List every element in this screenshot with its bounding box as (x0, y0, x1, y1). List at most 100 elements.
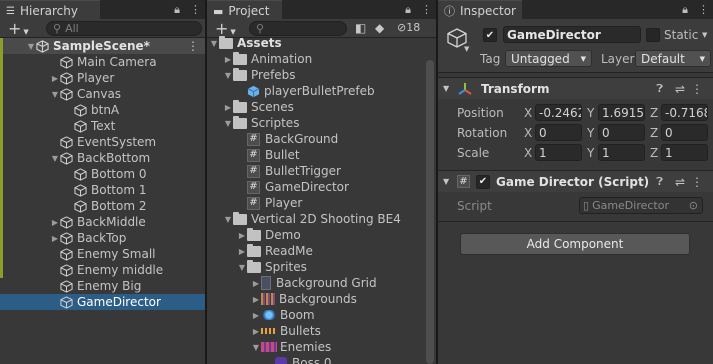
expand-arrow-icon[interactable]: ▼ (223, 119, 233, 128)
project-item[interactable]: ▶ Bullets (207, 323, 436, 339)
script-object-field[interactable]: ▯ GameDirector ⊙ (579, 197, 703, 214)
expand-arrow-icon[interactable]: ▶ (50, 234, 60, 243)
preset-sliders-icon[interactable]: ⇌ (675, 82, 685, 96)
project-item[interactable]: ▼ Prefebs (207, 67, 436, 83)
expand-arrow-icon[interactable]: ▶ (251, 311, 261, 320)
project-item[interactable]: Boss 0 (207, 355, 436, 364)
kebab-menu-icon[interactable]: ⋮ (190, 3, 201, 17)
expand-arrow-icon[interactable]: ▼ (26, 42, 36, 51)
expand-arrow-icon[interactable]: ▶ (237, 247, 247, 256)
project-item[interactable]: ▼ Vertical 2D Shooting BE4 (207, 211, 436, 227)
expand-arrow-icon[interactable]: ▶ (223, 103, 233, 112)
project-item[interactable]: playerBulletPrefeb (207, 83, 436, 99)
hierarchy-item[interactable]: ▼ Canvas (0, 86, 205, 102)
chevron-down-icon[interactable]: ▼ (464, 45, 469, 53)
project-item[interactable]: ▶ Backgrounds (207, 291, 436, 307)
scale-y-axis-label[interactable]: Y (587, 146, 594, 160)
hierarchy-item[interactable]: Text (0, 118, 205, 134)
scale-x-field[interactable]: 1 (535, 144, 582, 161)
project-item[interactable]: ▶ Demo (207, 227, 436, 243)
position-y-field[interactable]: 1.69157 (598, 104, 645, 121)
rotation-x-axis-label[interactable]: X (524, 126, 532, 140)
project-item[interactable]: ▶ Animation (207, 51, 436, 67)
hierarchy-item[interactable]: Enemy Big (0, 278, 205, 294)
expand-arrow-icon[interactable]: ▶ (251, 295, 261, 304)
tab-hierarchy[interactable]: ☰ Hierarchy (0, 0, 100, 19)
lock-icon[interactable]: 🔒︎ (174, 3, 180, 17)
tab-inspector[interactable]: ⓘ Inspector (438, 0, 522, 19)
scale-y-field[interactable]: 1 (598, 144, 645, 161)
expand-arrow-icon[interactable]: ▼ (50, 90, 60, 99)
project-item[interactable]: # GameDirector (207, 179, 436, 195)
project-item[interactable]: # Bullet (207, 147, 436, 163)
help-icon[interactable]: ❓︎ (656, 175, 663, 189)
preset-sliders-icon[interactable]: ⇌ (675, 175, 685, 189)
active-checkbox[interactable]: ✔ (483, 28, 497, 42)
project-item[interactable]: ▶ Background Grid (207, 275, 436, 291)
hierarchy-item[interactable]: Bottom 1 (0, 182, 205, 198)
position-z-axis-label[interactable]: Z (650, 106, 658, 120)
hierarchy-item[interactable]: ▼ BackBottom (0, 150, 205, 166)
hierarchy-item[interactable]: Bottom 0 (0, 166, 205, 182)
kebab-menu-icon[interactable]: ⋮ (187, 39, 199, 53)
project-item[interactable]: ▼ Scriptes (207, 115, 436, 131)
position-y-axis-label[interactable]: Y (587, 106, 594, 120)
hierarchy-search-input[interactable]: ⚲ All (46, 21, 202, 36)
kebab-menu-icon[interactable]: ⋮ (698, 3, 709, 17)
kebab-menu-icon[interactable]: ⋮ (421, 3, 432, 17)
scale-z-axis-label[interactable]: Z (650, 146, 658, 160)
rotation-z-field[interactable]: 0 (661, 124, 708, 141)
help-icon[interactable]: ❓︎ (656, 82, 663, 96)
position-x-field[interactable]: -0.2462 (535, 104, 582, 121)
kebab-menu-icon[interactable]: ⋮ (691, 175, 703, 189)
expand-arrow-icon[interactable]: ▼ (237, 263, 247, 272)
hierarchy-item[interactable]: ▶ Player (0, 70, 205, 86)
scale-x-axis-label[interactable]: X (524, 146, 532, 160)
static-checkbox[interactable] (646, 28, 660, 42)
label-tag-icon[interactable]: ◆ (375, 21, 384, 35)
hierarchy-item[interactable]: ▶ BackTop (0, 230, 205, 246)
gameobject-name-input[interactable]: GameDirector (503, 26, 641, 43)
hierarchy-item[interactable]: Main Camera (0, 54, 205, 70)
hierarchy-item[interactable]: Enemy Small (0, 246, 205, 262)
tag-dropdown[interactable]: Untagged ▼ (505, 50, 592, 67)
add-component-button[interactable]: Add Component (460, 233, 690, 255)
rotation-x-field[interactable]: 0 (535, 124, 582, 141)
project-item[interactable]: ▼ Assets (207, 35, 436, 51)
chevron-down-icon[interactable]: ▼ (702, 31, 707, 39)
expand-arrow-icon[interactable]: ▶ (237, 231, 247, 240)
lock-icon[interactable]: 🔒︎ (405, 3, 411, 17)
expand-arrow-icon[interactable]: ▼ (223, 71, 233, 80)
lock-icon[interactable]: 🔒︎ (682, 3, 688, 17)
hierarchy-item[interactable]: ▶ BackMiddle (0, 214, 205, 230)
project-item[interactable]: ▼ Sprites (207, 259, 436, 275)
expand-arrow-icon[interactable]: ▼ (251, 343, 261, 352)
rotation-z-axis-label[interactable]: Z (650, 126, 658, 140)
expand-arrow-icon[interactable]: ▶ (251, 327, 261, 336)
project-item[interactable]: ▶ Scenes (207, 99, 436, 115)
expand-arrow-icon[interactable]: ▶ (50, 74, 60, 83)
project-item[interactable]: # Player (207, 195, 436, 211)
hierarchy-item[interactable]: EventSystem (0, 134, 205, 150)
component-enabled-checkbox[interactable]: ✔ (476, 174, 490, 189)
hierarchy-item[interactable]: Bottom 2 (0, 198, 205, 214)
expand-arrow-icon[interactable]: ▶ (223, 55, 233, 64)
scale-z-field[interactable]: 1 (661, 144, 708, 161)
object-picker-icon[interactable]: ⊙ (689, 199, 698, 212)
expand-arrow-icon[interactable]: ▼ (50, 154, 60, 163)
hierarchy-item[interactable]: Enemy middle (0, 262, 205, 278)
expand-arrow-icon[interactable]: ▼ (209, 39, 219, 48)
hierarchy-item[interactable]: btnA (0, 102, 205, 118)
scene-row[interactable]: ▼ SampleScene* ⋮ (0, 38, 205, 54)
rotation-y-axis-label[interactable]: Y (587, 126, 594, 140)
tab-project[interactable]: ▬ Project (207, 0, 282, 19)
hierarchy-item[interactable]: GameDirector (0, 294, 205, 310)
project-item[interactable]: ▶ Boom (207, 307, 436, 323)
search-by-type-icon[interactable]: ◧ (355, 21, 366, 35)
position-x-axis-label[interactable]: X (524, 106, 532, 120)
project-search-input[interactable]: ⚲ (249, 21, 347, 36)
position-z-field[interactable]: -0.7168 (661, 104, 708, 121)
project-item[interactable]: # BulletTrigger (207, 163, 436, 179)
kebab-menu-icon[interactable]: ⋮ (691, 82, 703, 96)
hidden-packages-button[interactable]: ⊘18 (397, 21, 420, 34)
